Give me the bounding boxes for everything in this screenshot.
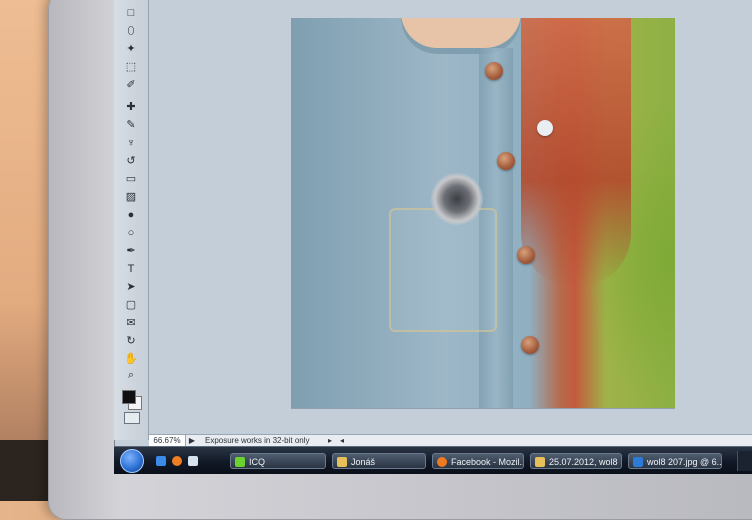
- document-image[interactable]: [291, 18, 675, 408]
- history-brush-icon[interactable]: ↺: [123, 154, 139, 168]
- 3d-rotate-glyph: ↻: [126, 335, 136, 347]
- photo-button-2: [497, 152, 515, 170]
- magic-wand-icon[interactable]: ✦: [123, 42, 139, 56]
- history-brush-glyph: ↺: [126, 155, 136, 167]
- firefox-icon: [437, 457, 447, 467]
- dodge-glyph: ○: [127, 227, 135, 239]
- eraser-icon[interactable]: ▭: [123, 172, 139, 186]
- blur-icon[interactable]: ●: [123, 208, 139, 222]
- clone-stamp-glyph: ♆: [126, 137, 136, 149]
- marquee-glyph: □: [127, 7, 135, 19]
- gradient-glyph: ▨: [125, 191, 137, 203]
- type-icon[interactable]: T: [123, 262, 139, 276]
- folder-icon: [535, 457, 545, 467]
- zoom-icon[interactable]: ⌕: [123, 368, 139, 382]
- photo-pin-badge: [537, 120, 553, 136]
- start-button[interactable]: [120, 449, 144, 473]
- photo-hair-region: [521, 18, 631, 288]
- hand-icon[interactable]: ✋: [123, 352, 139, 366]
- taskbar-item-jonas[interactable]: Jonáš: [332, 453, 426, 469]
- taskbar-item-label: wol8 207.jpg @ 6...: [647, 457, 722, 467]
- hand-glyph: ✋: [124, 353, 138, 365]
- taskbar-item-icq[interactable]: ICQ: [230, 453, 326, 469]
- taskbar-item-folder-wol8[interactable]: 25.07.2012, wol8: [530, 453, 622, 469]
- marquee-icon[interactable]: □: [123, 6, 139, 20]
- toolbox-panel: □ ⬯ ✦ ⬚ ✐ ✚ ✎ ♆ ↺ ▭ ▨ ● ○ ✒ T ➤ ▢ ✉ ↻ ✋ …: [114, 0, 149, 440]
- photo-brooch-region: [431, 173, 483, 225]
- brush-glyph: ✎: [126, 119, 136, 131]
- shape-glyph: ▢: [125, 299, 137, 311]
- photo-button-4: [521, 336, 539, 354]
- magic-wand-glyph: ✦: [126, 43, 136, 55]
- eyedropper-glyph: ✐: [126, 79, 136, 91]
- taskbar-item-photoshop[interactable]: wol8 207.jpg @ 6...: [628, 453, 722, 469]
- healing-brush-glyph: ✚: [126, 101, 136, 113]
- lasso-icon[interactable]: ⬯: [123, 24, 139, 38]
- notes-icon[interactable]: ✉: [123, 316, 139, 330]
- pen-glyph: ✒: [126, 245, 136, 257]
- type-glyph: T: [127, 263, 135, 275]
- crop-icon[interactable]: ⬚: [123, 60, 139, 74]
- monitor-screen: □ ⬯ ✦ ⬚ ✐ ✚ ✎ ♆ ↺ ▭ ▨ ● ○ ✒ T ➤ ▢ ✉ ↻ ✋ …: [114, 0, 752, 474]
- gradient-icon[interactable]: ▨: [123, 190, 139, 204]
- crop-glyph: ⬚: [125, 61, 137, 73]
- taskbar-item-label: 25.07.2012, wol8: [549, 457, 618, 467]
- quicklaunch-show-desktop-icon[interactable]: [156, 456, 166, 466]
- taskbar-item-label: ICQ: [249, 457, 266, 467]
- quicklaunch-firefox-icon[interactable]: [172, 456, 182, 466]
- photo-button-3: [517, 246, 535, 264]
- photo-button-1: [485, 62, 503, 80]
- document-canvas-area[interactable]: [149, 0, 752, 434]
- blur-glyph: ●: [127, 209, 135, 221]
- color-swatches[interactable]: [122, 384, 142, 412]
- healing-brush-icon[interactable]: ✚: [123, 100, 139, 114]
- zoom-glyph: ⌕: [127, 369, 135, 381]
- eyedropper-icon[interactable]: ✐: [123, 78, 139, 92]
- lasso-glyph: ⬯: [127, 25, 135, 37]
- path-selection-glyph: ➤: [126, 281, 136, 293]
- path-selection-icon[interactable]: ➤: [123, 280, 139, 294]
- brush-icon[interactable]: ✎: [123, 118, 139, 132]
- taskbar-item-label: Jonáš: [351, 457, 376, 467]
- photoshop-icon: [633, 457, 643, 467]
- quick-mask-toggle[interactable]: [124, 412, 140, 424]
- eraser-glyph: ▭: [125, 173, 137, 185]
- shape-icon[interactable]: ▢: [123, 298, 139, 312]
- foreground-color-swatch[interactable]: [122, 390, 136, 404]
- icq-icon: [235, 457, 245, 467]
- notes-glyph: ✉: [126, 317, 136, 329]
- quicklaunch-explorer-icon[interactable]: [188, 456, 198, 466]
- 3d-rotate-icon[interactable]: ↻: [123, 334, 139, 348]
- taskbar-item-facebook[interactable]: Facebook - Mozil...: [432, 453, 524, 469]
- pen-icon[interactable]: ✒: [123, 244, 139, 258]
- clone-stamp-icon[interactable]: ♆: [123, 136, 139, 150]
- folder-icon: [337, 457, 347, 467]
- photo-pocket-region: [389, 208, 497, 332]
- taskbar: ICQ Jonáš Facebook - Mozil... 25.07.2012…: [114, 446, 752, 474]
- taskbar-item-label: Facebook - Mozil...: [451, 457, 524, 467]
- dodge-icon[interactable]: ○: [123, 226, 139, 240]
- system-tray[interactable]: [737, 451, 752, 471]
